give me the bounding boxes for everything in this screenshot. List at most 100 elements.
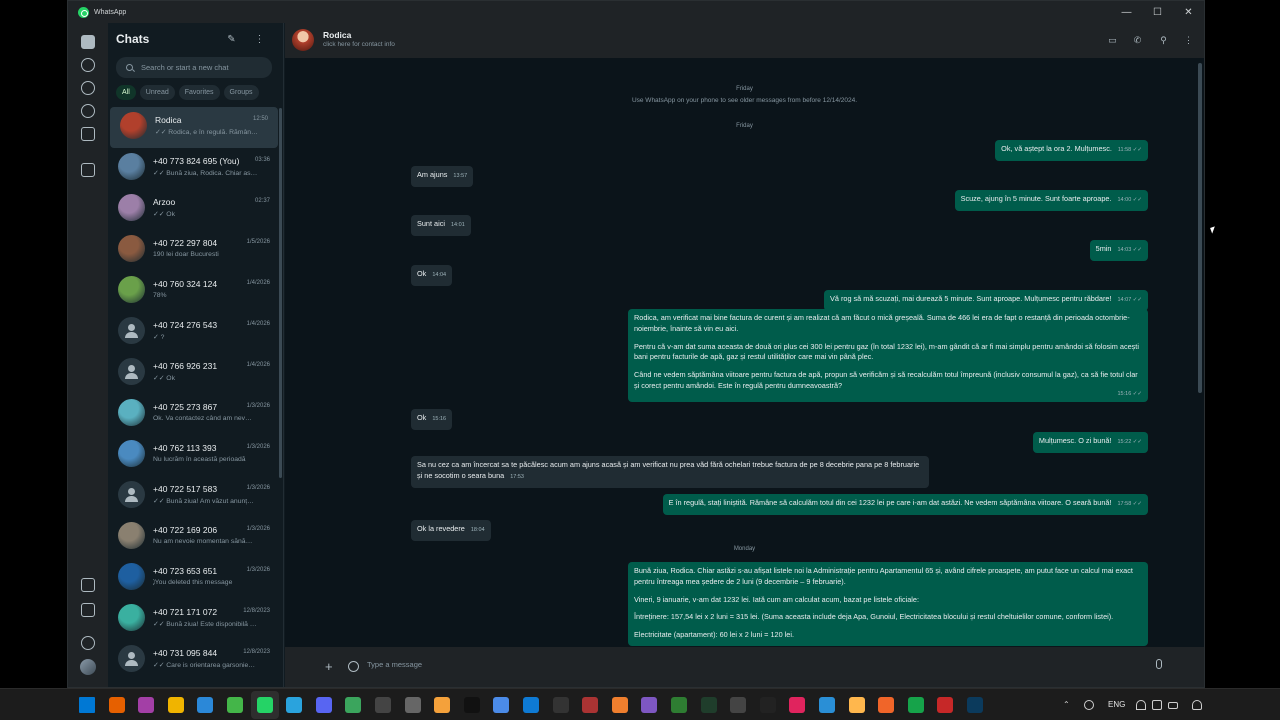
new-chat-icon[interactable]: ✎	[226, 34, 237, 45]
chat-list-item[interactable]: +40 766 926 231 1/4/2026 ✓✓ Ok	[108, 353, 280, 394]
incoming-message[interactable]: Sunt aici 14:01	[411, 215, 471, 236]
taskbar-app-icon[interactable]	[345, 697, 362, 713]
filter-groups[interactable]: Groups	[223, 85, 259, 100]
search-messages-icon[interactable]: ⚲	[1158, 35, 1169, 45]
incoming-message[interactable]: Ok la revedere 18:04	[411, 520, 491, 541]
message-input[interactable]: Type a message	[367, 660, 422, 669]
outgoing-message[interactable]: Ok, vă aștept la ora 2. Mulțumesc. 11:58 …	[995, 140, 1148, 161]
microphone-icon[interactable]	[1156, 659, 1162, 669]
incoming-message[interactable]: Ok 15:16	[411, 409, 453, 430]
chat-list-item[interactable]: +40 722 517 583 1/3/2026 ✓✓ Bună ziua! Am …	[108, 476, 280, 517]
taskbar-app-icon[interactable]	[138, 697, 155, 713]
conversation-header[interactable]: Rodica click here for contact info ▭ ✆ ⚲…	[285, 23, 1204, 58]
communities-icon[interactable]	[81, 127, 95, 141]
chat-list-item[interactable]: +40 721 171 072 12/8/2023 ✓✓ Bună ziua! Es…	[108, 599, 280, 640]
taskbar-app-icon[interactable]	[878, 697, 895, 713]
menu-icon[interactable]: ⋮	[254, 34, 265, 45]
outgoing-message[interactable]: 5min 14:03 ✓✓	[1089, 240, 1148, 261]
outgoing-message[interactable]: Bună ziua, Rodica. Chiar astăzi s-au afi…	[628, 562, 1148, 646]
battery-icon[interactable]	[1168, 702, 1178, 709]
status-icon[interactable]	[81, 81, 95, 95]
filter-unread[interactable]: Unread	[139, 85, 175, 100]
chat-list-item[interactable]: Rodica 12:50 ✓✓ Rodica, e în regulă. Rămân…	[110, 107, 278, 148]
volume-icon[interactable]	[1152, 700, 1162, 710]
search-input[interactable]: Search or start a new chat	[116, 57, 272, 78]
language-indicator[interactable]: ENG	[1108, 700, 1125, 709]
taskbar-app-icon[interactable]	[286, 697, 303, 713]
whatsapp-taskbar-icon[interactable]	[256, 697, 273, 713]
taskbar-app-icon[interactable]	[493, 697, 510, 713]
taskbar-app-icon[interactable]	[197, 697, 214, 713]
chat-list-item[interactable]: +40 724 276 543 1/4/2026 ✓ ?	[108, 312, 280, 353]
notification-bell-icon[interactable]	[1192, 700, 1202, 710]
chat-list-item[interactable]: +40 760 324 124 1/4/2026 78%	[108, 271, 280, 312]
filter-all[interactable]: All	[116, 85, 136, 100]
taskbar-app-icon[interactable]	[523, 697, 539, 713]
video-call-icon[interactable]: ▭	[1107, 35, 1118, 45]
attach-plus-icon[interactable]: +	[325, 660, 333, 673]
profile-avatar[interactable]	[80, 659, 96, 675]
starred-icon[interactable]	[81, 603, 95, 617]
taskbar-app-icon[interactable]	[907, 697, 924, 713]
contact-info-hint[interactable]: click here for contact info	[323, 41, 395, 48]
chat-list-item[interactable]: Arzoo 02:37 ✓✓ Ok	[108, 189, 280, 230]
tray-chevron-icon[interactable]: ⌃	[1063, 700, 1073, 710]
chat-list-scrollbar[interactable]	[279, 108, 282, 478]
taskbar-app-icon[interactable]	[611, 697, 628, 713]
taskbar-app-icon[interactable]	[582, 697, 599, 713]
settings-gear-icon[interactable]	[81, 636, 95, 650]
taskbar-app-icon[interactable]	[641, 697, 658, 713]
start-menu-icon[interactable]	[79, 697, 95, 713]
taskbar-app-icon[interactable]	[789, 697, 806, 713]
media-icon[interactable]	[81, 578, 95, 592]
outgoing-message[interactable]: Rodica, am verificat mai bine factura de…	[628, 309, 1148, 402]
taskbar-app-icon[interactable]	[819, 697, 835, 713]
outgoing-message[interactable]: E în regulă, stați liniștită. Rămâne să …	[662, 494, 1148, 515]
chat-list-item[interactable]: +40 773 824 695 (You) 03:36 ✓✓ Bună ziua, …	[108, 148, 280, 189]
taskbar-app-icon[interactable]	[671, 697, 687, 713]
conversation-scrollbar[interactable]	[1198, 63, 1202, 393]
incoming-message[interactable]: Am ajuns 13:57	[411, 166, 474, 187]
taskbar-app-icon[interactable]	[227, 697, 243, 713]
taskbar-app-icon[interactable]	[759, 697, 776, 713]
taskbar-app-icon[interactable]	[967, 697, 983, 713]
taskbar-app-icon[interactable]	[463, 697, 480, 713]
taskbar-app-icon[interactable]	[108, 697, 125, 713]
taskbar-app-icon[interactable]	[434, 697, 451, 713]
chat-list-item[interactable]: +40 725 273 867 1/3/2026 Ok. Va contactez …	[108, 394, 280, 435]
contact-name[interactable]: Rodica	[323, 30, 351, 40]
archive-icon[interactable]	[81, 163, 95, 177]
chat-list-item[interactable]: +40 723 653 651 1/3/2026⃠ You deleted thi…	[108, 558, 280, 599]
chat-list-item[interactable]: +40 762 113 393 1/3/2026 Nu lucrăm în acea…	[108, 435, 280, 476]
incoming-message[interactable]: Ok 14:04	[411, 265, 453, 286]
taskbar-app-icon[interactable]	[315, 697, 332, 713]
maximize-button[interactable]: ☐	[1142, 1, 1173, 23]
close-button[interactable]: ✕	[1173, 1, 1204, 23]
taskbar-app-icon[interactable]	[848, 697, 865, 713]
outgoing-message[interactable]: Mulțumesc. O zi bună! 15:22 ✓✓	[1032, 432, 1148, 453]
taskbar-app-icon[interactable]	[375, 697, 391, 713]
taskbar-app-icon[interactable]	[700, 697, 717, 713]
taskbar-app-icon[interactable]	[404, 697, 421, 713]
conversation-menu-icon[interactable]: ⋮	[1183, 35, 1194, 45]
outgoing-message[interactable]: Vă rog să mă scuzați, mai durează 5 minu…	[824, 290, 1148, 311]
outgoing-message[interactable]: Scuze, ajung în 5 minute. Sunt foarte ap…	[954, 190, 1148, 211]
chat-list-item[interactable]: +40 731 095 844 12/8/2023 ✓✓ Care is orien…	[108, 640, 280, 681]
taskbar-app-icon[interactable]	[167, 697, 184, 713]
calls-icon[interactable]	[81, 58, 95, 72]
minimize-button[interactable]: —	[1111, 1, 1142, 23]
incoming-message[interactable]: Sa nu cez ca am încercat sa te păcălesc …	[411, 456, 929, 488]
filter-favorites[interactable]: Favorites	[178, 85, 220, 100]
taskbar-app-icon[interactable]	[730, 697, 747, 713]
chats-icon[interactable]	[81, 35, 95, 49]
taskbar-app-icon[interactable]	[552, 697, 569, 713]
wifi-icon[interactable]	[1136, 700, 1146, 710]
channels-icon[interactable]	[81, 104, 95, 118]
chat-list-item[interactable]: +40 722 169 206 1/3/2026 Nu am nevoie mome…	[108, 517, 280, 558]
contact-avatar[interactable]	[292, 29, 314, 51]
chat-list-item[interactable]: +40 722 297 804 1/5/2026 190 lei doar Bucu…	[108, 230, 280, 271]
voice-call-icon[interactable]: ✆	[1132, 35, 1143, 45]
tray-app-icon[interactable]	[1084, 700, 1094, 710]
emoji-icon[interactable]	[348, 661, 359, 672]
taskbar-app-icon[interactable]	[937, 697, 954, 713]
